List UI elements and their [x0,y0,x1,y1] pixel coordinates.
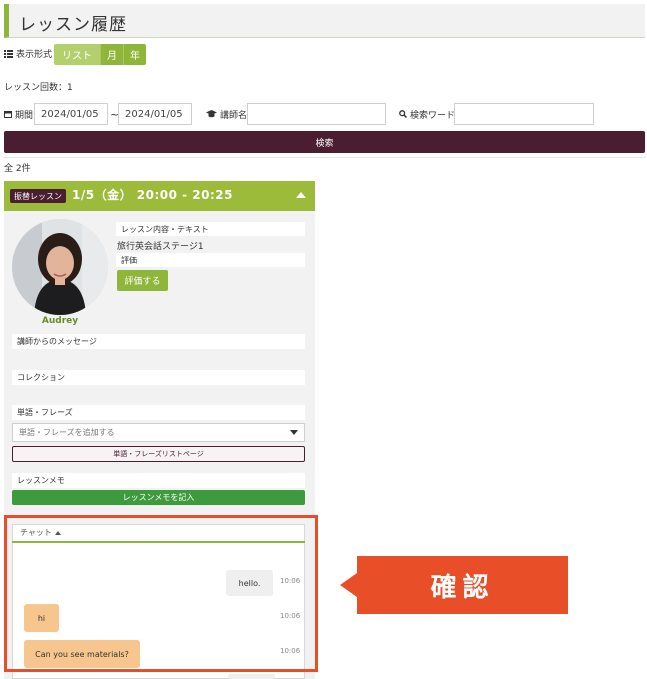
format-list-button[interactable]: リスト [54,44,101,65]
period-label-text: 期間 [15,110,34,121]
period-label: 期間 [4,103,33,125]
write-memo-button[interactable]: レッスンメモを記入 [12,490,305,505]
display-format-text: 表示形式 [16,50,53,60]
keyword-label-text: 検索ワード [410,110,456,121]
teacher-photo [12,219,108,315]
teacher-label: 講師名 [206,103,247,125]
format-month-button[interactable]: 月 [101,44,124,65]
search-icon [399,110,407,118]
display-format-label: 表示形式 [4,47,52,60]
phrase-list-button[interactable]: 単語・フレーズリストページ [12,446,305,462]
phrases-select[interactable]: 単語・フレーズを追加する [12,423,305,442]
date-from-input[interactable]: 2024/01/05 [34,103,108,125]
content-label: レッスン内容・テキスト [116,222,305,236]
list-grid-icon [4,49,13,58]
format-year-button[interactable]: 年 [124,44,146,65]
calendar-icon [4,111,12,118]
chat-message-sent-partial [228,674,275,679]
page-title: レッスン履歴 [19,15,127,35]
highlight-frame [4,515,318,672]
teacher-avatar[interactable] [12,219,108,315]
lesson-datetime: 1/5（金） 20:00 - 20:25 [72,188,233,202]
page-title-bar: レッスン履歴 [4,4,645,38]
rate-button[interactable]: 評価する [117,270,168,291]
total-count: 全 2件 [4,164,31,174]
teacher-label-text: 講師名 [220,110,248,121]
rating-label: 評価 [116,253,305,267]
date-to-input[interactable]: 2024/01/05 [118,103,192,125]
teacher-input[interactable] [247,103,386,125]
collection-label: コレクション [12,370,305,385]
divider [4,157,645,158]
graduation-cap-icon [206,110,217,118]
makeup-lesson-badge: 振替レッスン [10,189,66,203]
teacher-message-label: 講師からのメッセージ [12,334,305,349]
phrases-label: 単語・フレーズ [12,405,305,420]
teacher-name[interactable]: Audrey [12,316,108,326]
keyword-input[interactable] [454,103,594,125]
callout-label: 確認 [430,572,495,603]
select-caret-icon[interactable] [290,430,298,435]
lesson-count: レッスン回数：1 [4,83,73,93]
content-value: 旅行英会話ステージ1 [117,242,204,252]
keyword-label: 検索ワード [399,103,455,125]
display-format-toggle: リスト 月 年 [54,44,146,65]
collapse-caret-icon[interactable] [296,192,306,198]
memo-label: レッスンメモ [12,473,305,488]
search-button[interactable]: 検索 [4,131,645,153]
